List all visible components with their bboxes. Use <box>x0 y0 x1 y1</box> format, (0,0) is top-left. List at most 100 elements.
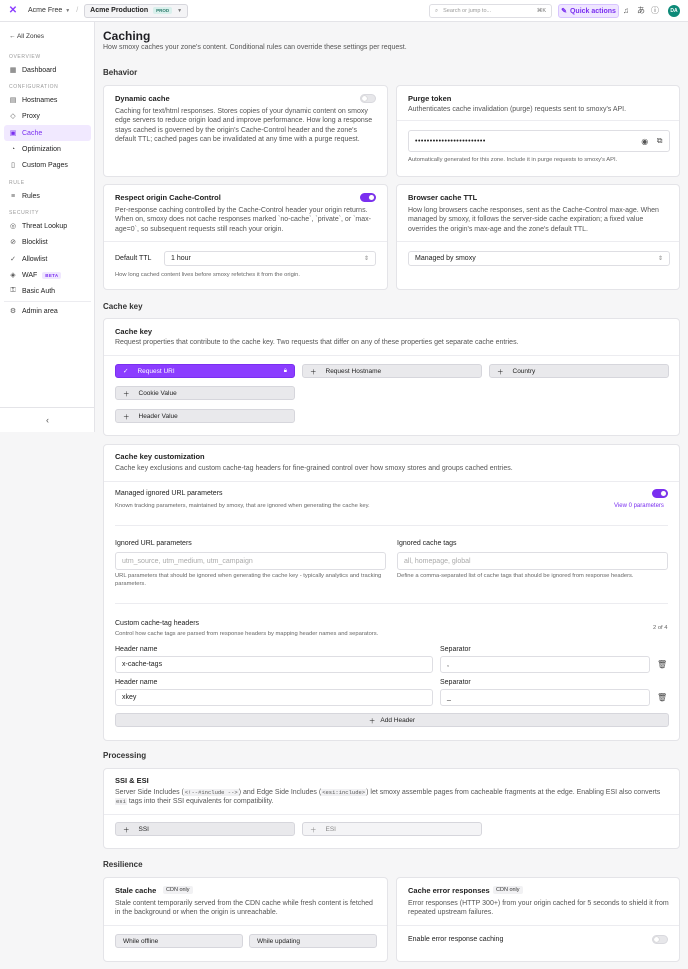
quick-actions-button[interactable]: ✎ Quick actions <box>558 4 619 18</box>
esi-chip[interactable]: ＋ ESI <box>302 822 482 836</box>
firewall-icon: ◈ <box>10 272 16 279</box>
cache-key-chip-cookie-value[interactable]: ＋ Cookie Value <box>115 386 295 400</box>
help-icon[interactable]: ⓘ <box>650 5 660 17</box>
browser-ttl-card: Browser cache TTL How long browsers cach… <box>396 184 680 290</box>
plus-icon: ＋ <box>123 414 130 421</box>
default-ttl-select[interactable]: 1 hour ⇕ <box>164 251 376 266</box>
card-description: Stale content temporarily served from th… <box>115 900 373 917</box>
divider <box>4 301 91 302</box>
managed-params-title: Managed ignored URL parameters <box>115 490 223 497</box>
stale-cache-card: Stale cache CDN only Stale content tempo… <box>103 877 388 962</box>
separator-input-1[interactable]: , <box>440 656 650 673</box>
card-title: Cache key customization <box>115 452 205 461</box>
divider <box>104 355 679 356</box>
zone-switcher[interactable]: Acme Production PROD ▼ <box>84 3 189 18</box>
section-label: CONFIGURATION <box>9 84 59 90</box>
sidebar-item-blocklist[interactable]: ⊘ Blocklist <box>4 234 91 250</box>
cache-key-chip-country[interactable]: ＋ Country <box>489 364 669 378</box>
server-icon: ▤ <box>9 97 17 104</box>
divider <box>104 925 387 926</box>
bell-icon[interactable]: ♫ <box>621 5 631 17</box>
cache-key-chip-header-value[interactable]: ＋ Header Value <box>115 409 295 423</box>
card-description: Per-response caching controlled by the C… <box>115 207 371 233</box>
radar-icon: ◎ <box>9 223 17 230</box>
ignored-tags-help: Define a comma-separated list of cache t… <box>397 573 634 579</box>
ssi-chip[interactable]: ＋ SSI <box>115 822 295 836</box>
collapse-sidebar-button[interactable]: ‹ <box>0 407 95 432</box>
org-switcher[interactable]: Acme Free ▼ <box>28 7 70 14</box>
settings-icon: ⚙ <box>9 308 17 315</box>
header-name-input-1[interactable]: x-cache-tags <box>115 656 433 673</box>
section-heading-resilience: Resilience <box>103 860 143 869</box>
wand-icon: ✎ <box>561 8 567 15</box>
block-icon: ⊘ <box>10 239 16 246</box>
cache-key-chip-request-hostname[interactable]: ＋ Request Hostname <box>302 364 482 378</box>
stale-while-updating-chip[interactable]: While updating <box>249 934 377 948</box>
sidebar-item-optimization[interactable]: ◔ Optimization <box>4 141 91 157</box>
sidebar-item-dashboard[interactable]: ▦ Dashboard <box>4 62 91 78</box>
add-header-button[interactable]: ＋ Add Header <box>115 713 669 727</box>
ignored-tags-input[interactable]: all, homepage, global <box>397 552 668 570</box>
sidebar-item-waf[interactable]: ◈ WAF BETA <box>4 267 91 283</box>
error-caching-label: Enable error response caching <box>408 936 504 943</box>
card-description: How long browsers cache responses, sent … <box>408 207 659 233</box>
smoxy-logo-icon[interactable]: ✕ <box>7 5 19 17</box>
copy-icon[interactable]: ⧉ <box>657 136 663 146</box>
managed-params-toggle[interactable] <box>652 489 668 498</box>
default-ttl-label: Default TTL <box>115 255 152 262</box>
search-icon: ⌕ <box>435 7 439 14</box>
section-label: RULE <box>9 180 25 186</box>
rules-icon: ≡ <box>10 192 16 200</box>
browser-ttl-select[interactable]: Managed by smoxy ⇕ <box>408 251 670 266</box>
page-subtitle: How smoxy caches your zone's content. Co… <box>103 44 407 51</box>
stale-while-offline-chip[interactable]: While offline <box>115 934 243 948</box>
grid-icon: ▦ <box>9 67 17 74</box>
sidebar-item-hostnames[interactable]: ▤ Hostnames <box>4 92 91 108</box>
purge-token-card: Purge token Authenticates cache invalida… <box>396 85 680 177</box>
cache-key-chip-request-uri[interactable]: ✓ Request URI 🔒︎ <box>115 364 295 378</box>
sidebar-item-basic-auth[interactable]: ⚿ Basic Auth <box>4 283 91 299</box>
respect-origin-card: Respect origin Cache-Control Per-respons… <box>103 184 388 290</box>
sidebar-item-allowlist[interactable]: ✓ Allowlist <box>4 251 91 267</box>
search-input[interactable]: ⌕ Search or jump to... ⌘K <box>429 4 552 18</box>
card-title: Cache error responses <box>408 886 490 895</box>
separator-input-2[interactable]: _ <box>440 689 650 706</box>
purge-token-field[interactable]: •••••••••••••••••••••••• ◉ ⧉ <box>408 130 670 152</box>
ignored-params-label: Ignored URL parameters <box>115 540 192 547</box>
card-description: Server Side Includes (<!--#include -->) … <box>115 789 661 806</box>
card-description: Cache key exclusions and custom cache-ta… <box>115 465 513 472</box>
dynamic-cache-toggle[interactable] <box>360 94 376 103</box>
eye-icon[interactable]: ◉ <box>641 137 648 146</box>
ignored-tags-label: Ignored cache tags <box>397 540 457 547</box>
sidebar-item-custom-pages[interactable]: ▯ Custom Pages <box>4 157 91 173</box>
delete-header-icon[interactable]: 🗑︎ <box>657 660 667 669</box>
sidebar-item-rules[interactable]: ≡ Rules <box>4 188 91 204</box>
divider <box>397 120 679 121</box>
lock-icon: 🔒︎ <box>283 367 287 374</box>
chevron-down-icon: ▼ <box>65 7 71 14</box>
view-parameters-link[interactable]: View 0 parameters <box>614 503 664 509</box>
header-name-input-2[interactable]: xkey <box>115 689 433 706</box>
error-caching-toggle[interactable] <box>652 935 668 944</box>
ignored-params-input[interactable]: utm_source, utm_medium, utm_campaign <box>115 552 386 570</box>
header-name-label: Header name <box>115 679 158 686</box>
sidebar-item-proxy[interactable]: ◇ Proxy <box>4 108 91 124</box>
separator-label: Separator <box>440 679 471 686</box>
sidebar-item-admin-area[interactable]: ⚙ Admin area <box>4 303 91 319</box>
sidebar-item-threat-lookup[interactable]: ◎ Threat Lookup <box>4 218 91 234</box>
sidebar-item-cache[interactable]: ▣ Cache <box>4 125 91 141</box>
beta-badge: BETA <box>42 271 62 279</box>
respect-origin-toggle[interactable] <box>360 193 376 202</box>
gauge-icon: ◔ <box>10 145 16 153</box>
delete-header-icon[interactable]: 🗑︎ <box>657 693 667 702</box>
sidebar: ← All Zones OVERVIEW ▦ Dashboard CONFIGUR… <box>0 22 95 432</box>
custom-tags-title: Custom cache-tag headers <box>115 620 200 627</box>
ignored-params-help: URL parameters that should be ignored wh… <box>115 573 382 587</box>
plus-icon: ＋ <box>368 718 376 725</box>
all-zones-link[interactable]: ← All Zones <box>9 33 44 40</box>
plus-icon: ＋ <box>123 391 130 398</box>
divider <box>115 525 668 526</box>
avatar[interactable]: DA <box>668 5 680 17</box>
error-cache-card: Cache error responses CDN only Error res… <box>396 877 680 962</box>
translate-icon[interactable]: あ <box>636 5 646 17</box>
